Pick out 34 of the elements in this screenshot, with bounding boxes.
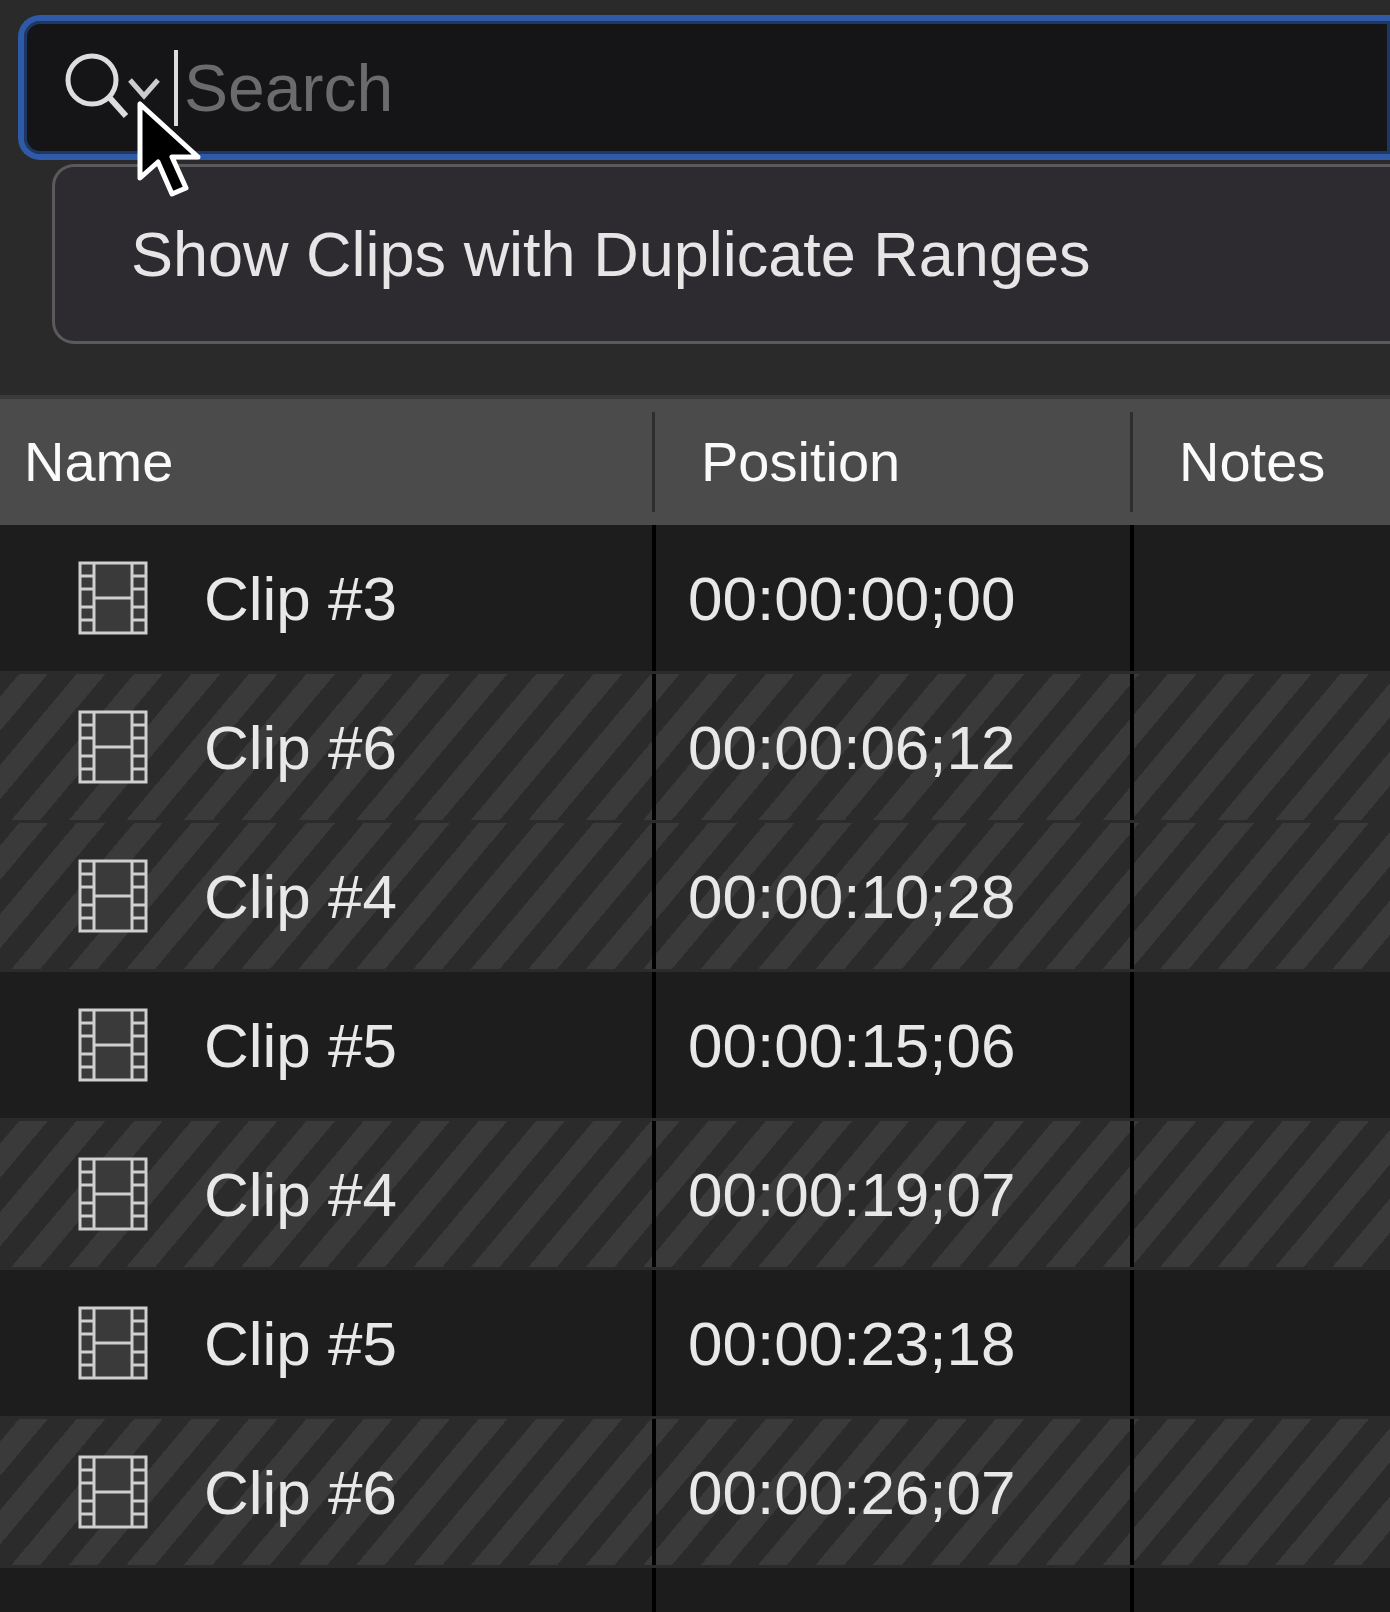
timecode: 00:00:26;07 bbox=[688, 1456, 1016, 1529]
duplicate-clip-row[interactable]: Clip #4 00:00:10;28 bbox=[0, 823, 1390, 972]
clip-row[interactable]: Clip #3 00:00:00;00 bbox=[0, 525, 1390, 674]
film-clip-icon bbox=[78, 1157, 148, 1231]
film-clip-icon bbox=[78, 1008, 148, 1082]
timecode: 00:00:15;06 bbox=[688, 1009, 1016, 1082]
clip-name: Clip #3 bbox=[204, 562, 397, 635]
clip-name: Clip #4 bbox=[204, 1158, 397, 1231]
clip-name: Clip #6 bbox=[204, 1456, 397, 1529]
clip-row[interactable]: Clip #5 00:00:23;18 bbox=[0, 1270, 1390, 1419]
search-field[interactable]: Search bbox=[18, 15, 1390, 160]
timecode: 00:00:10;28 bbox=[688, 860, 1016, 933]
timecode: 00:00:19;07 bbox=[688, 1158, 1016, 1231]
column-header[interactable]: Notes bbox=[1179, 399, 1326, 525]
timecode: 00:00:00;00 bbox=[688, 562, 1016, 635]
search-input[interactable]: Search bbox=[174, 49, 1390, 126]
duplicate-clip-row[interactable]: Clip #6 00:00:26;07 bbox=[0, 1419, 1390, 1568]
duplicate-clip-row[interactable]: Clip #6 00:00:06;12 bbox=[0, 674, 1390, 823]
clip-name: Clip #4 bbox=[204, 860, 397, 933]
clip-name: Clip #5 bbox=[204, 1307, 397, 1380]
film-clip-icon bbox=[78, 1306, 148, 1380]
duplicate-clip-row[interactable]: Clip #4 00:00:19;07 bbox=[0, 1121, 1390, 1270]
column-header[interactable]: Position bbox=[701, 399, 901, 525]
timecode: 00:00:06;12 bbox=[688, 711, 1016, 784]
film-clip-icon bbox=[78, 859, 148, 933]
film-clip-icon bbox=[78, 1455, 148, 1529]
clip-row[interactable]: Clip #5 00:00:15;06 bbox=[0, 972, 1390, 1121]
film-clip-icon bbox=[78, 710, 148, 784]
film-clip-icon bbox=[78, 561, 148, 635]
column-header[interactable]: Name bbox=[24, 399, 174, 525]
timecode: 00:00:23;18 bbox=[688, 1307, 1016, 1380]
clip-name: Clip #5 bbox=[204, 1009, 397, 1082]
clip-name: Clip #6 bbox=[204, 711, 397, 784]
tooltip-text: Show Clips with Duplicate Ranges bbox=[131, 217, 1091, 291]
